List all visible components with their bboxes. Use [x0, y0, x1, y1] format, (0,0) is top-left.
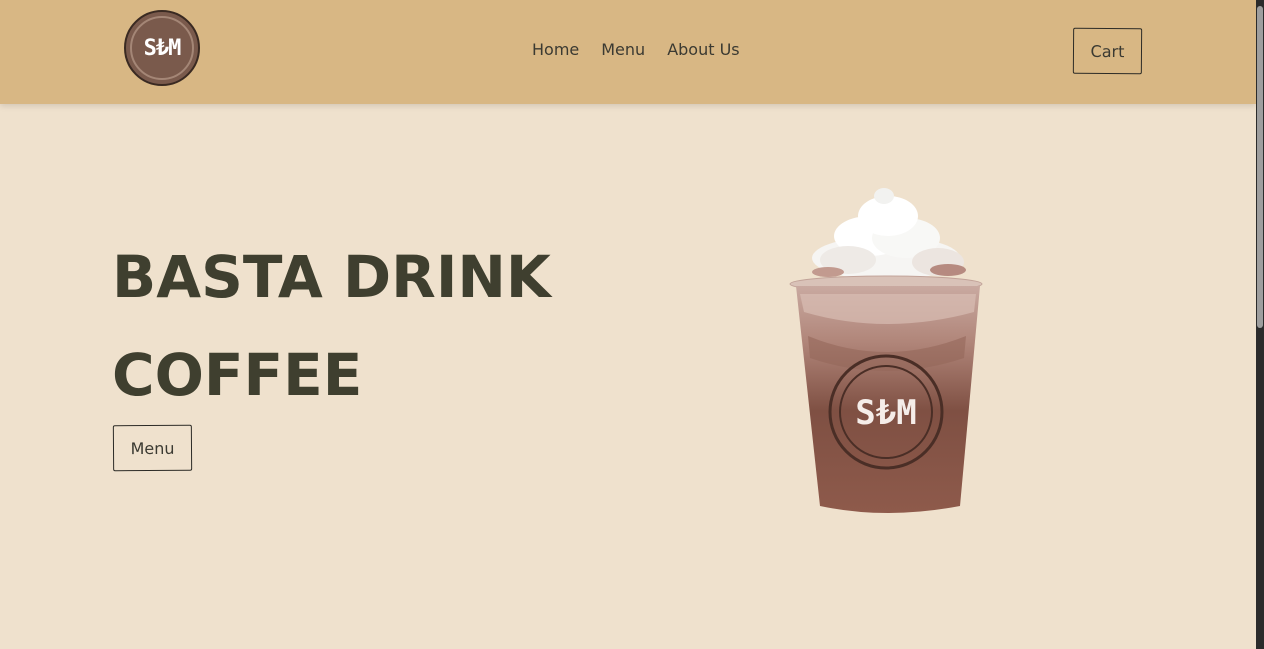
hero-menu-button[interactable]: Menu: [112, 424, 193, 472]
cup-logo-text: S₺M: [855, 393, 916, 433]
nav-menu-link[interactable]: Menu: [601, 40, 645, 59]
nav-home-link[interactable]: Home: [532, 40, 579, 59]
brand-logo[interactable]: S₺M: [124, 10, 200, 86]
site-header: S₺M Home Menu About Us Cart: [0, 0, 1256, 104]
hero-title-line1: BASTA DRINK: [112, 243, 551, 311]
hero-title: BASTA DRINK COFFEE: [112, 228, 551, 424]
whipped-cream-shape: [812, 188, 966, 280]
hero-title-line2: COFFEE: [112, 341, 363, 409]
scrollbar-thumb[interactable]: [1257, 6, 1263, 328]
brand-logo-text: S₺M: [143, 35, 182, 61]
page-scrollbar[interactable]: [1256, 0, 1264, 649]
cart-button[interactable]: Cart: [1072, 27, 1143, 75]
iced-mocha-drink-image: S₺M: [789, 188, 983, 513]
nav-about-link[interactable]: About Us: [667, 40, 739, 59]
main-nav: Home Menu About Us: [532, 40, 740, 59]
